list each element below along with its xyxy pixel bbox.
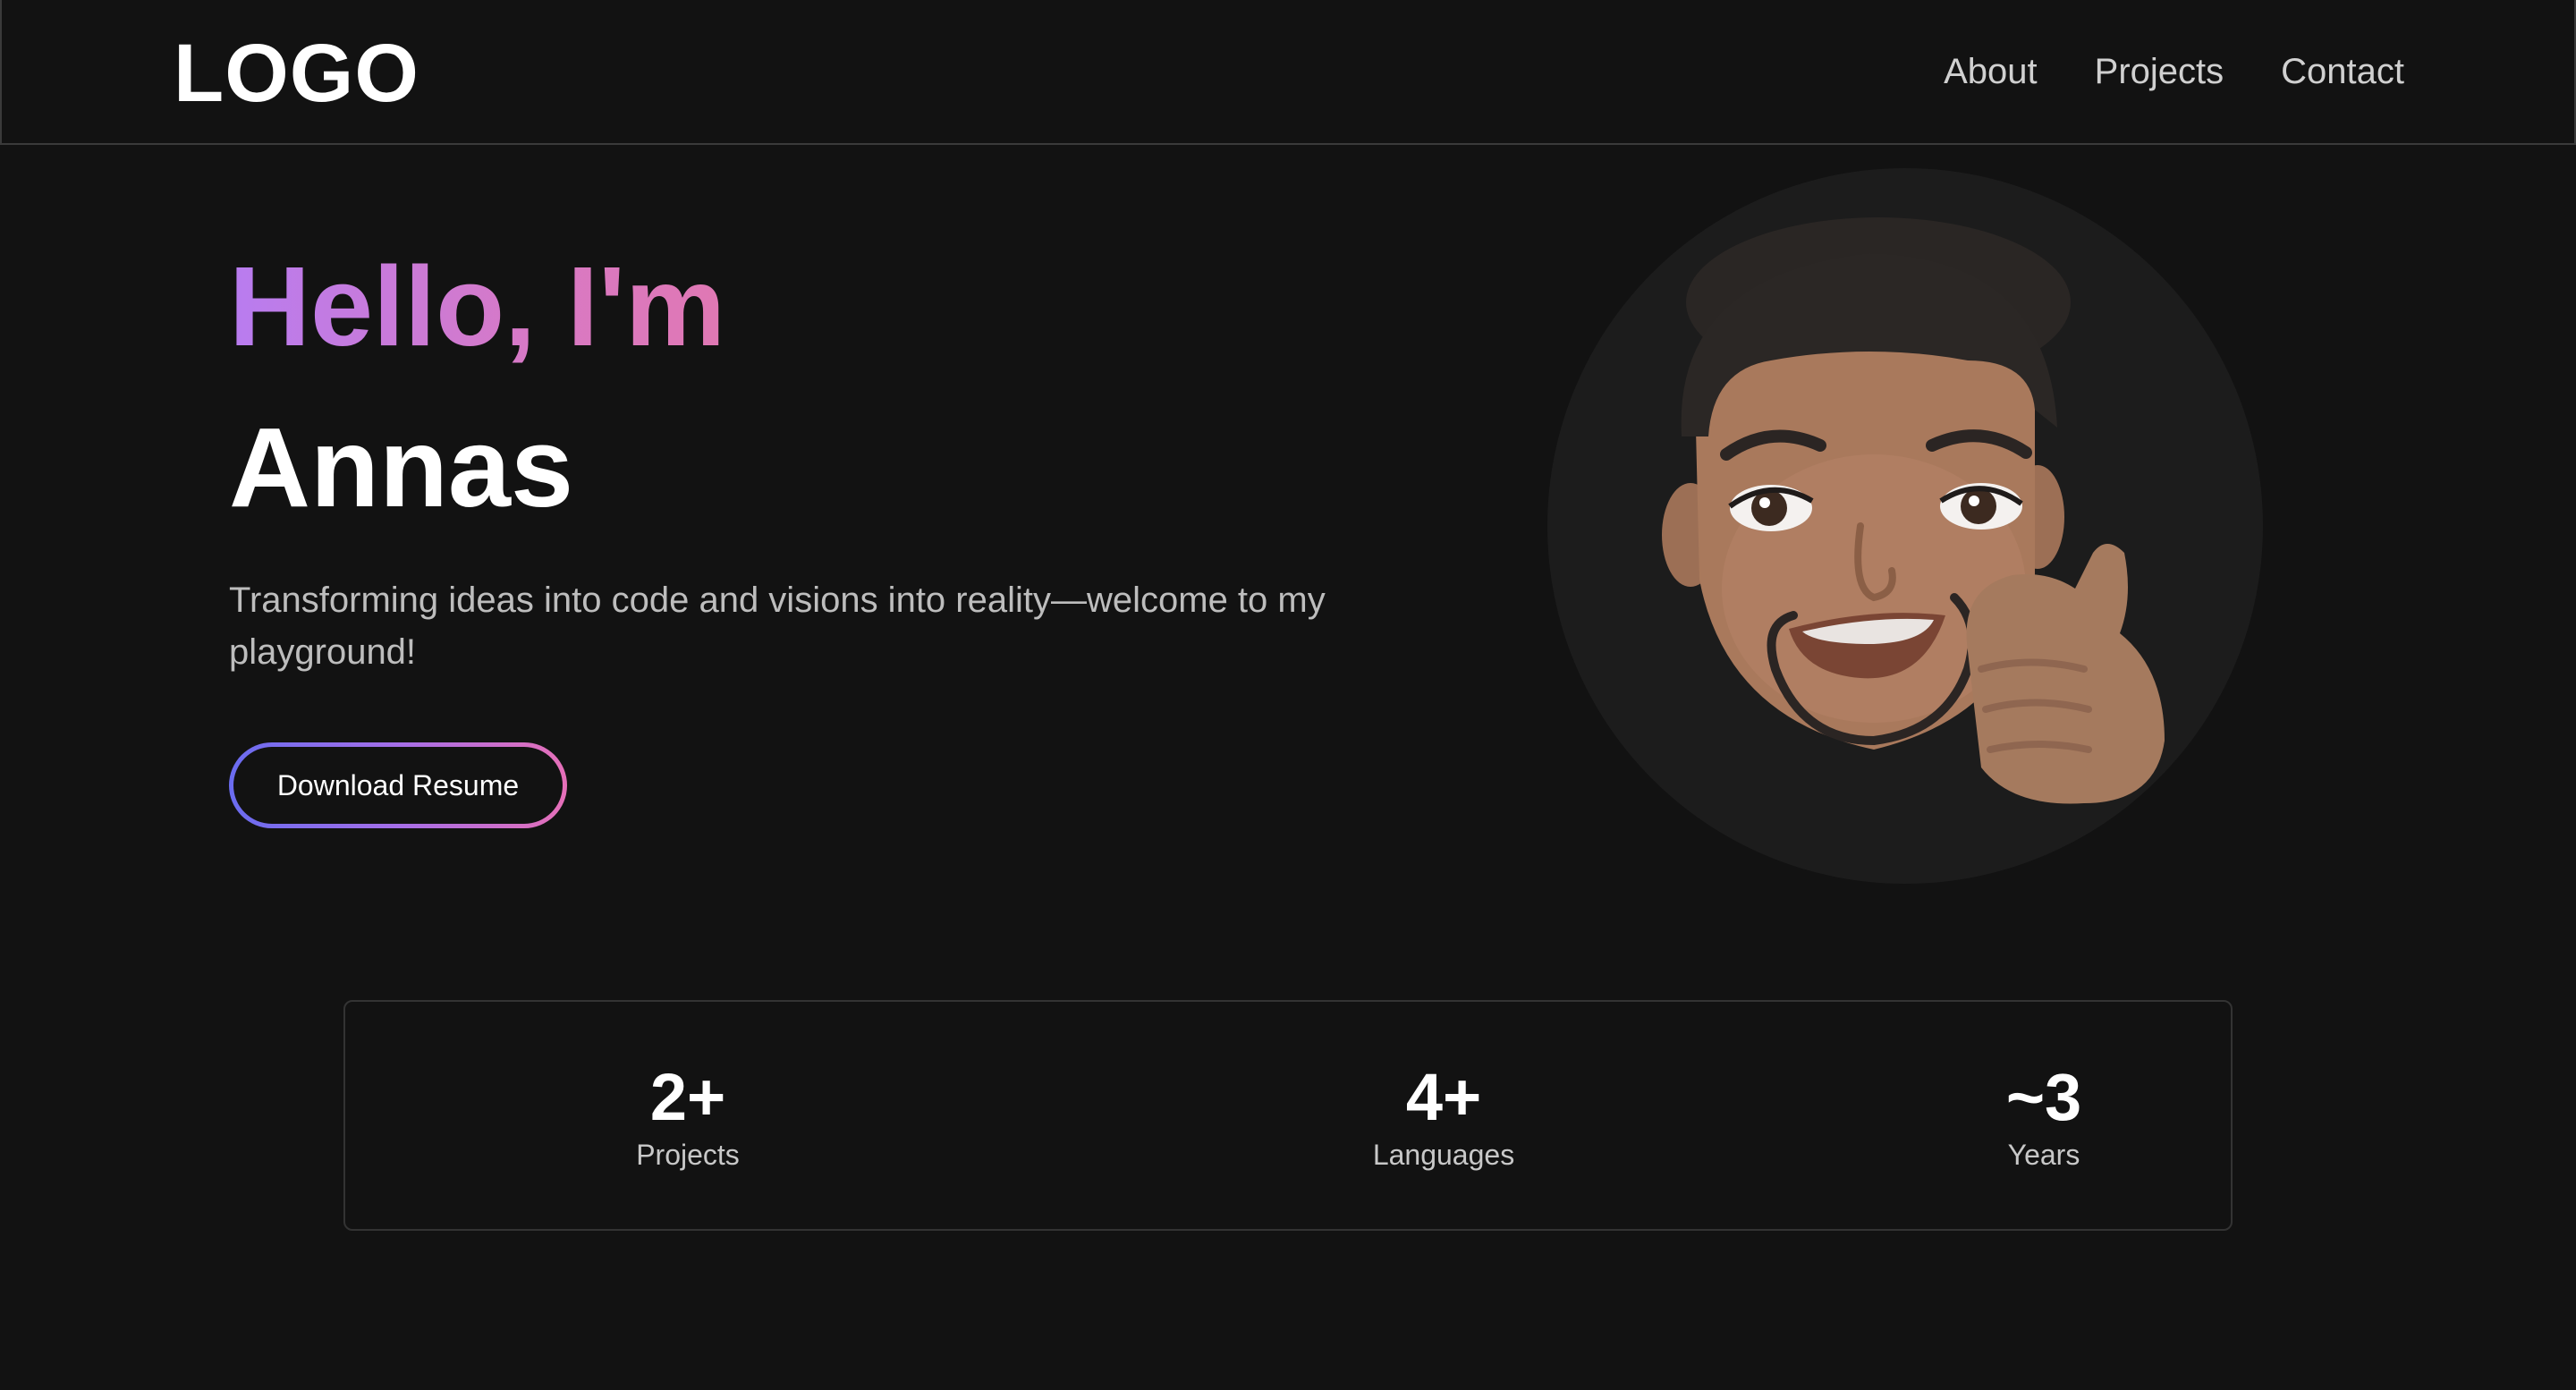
nav-link-about[interactable]: About <box>1944 45 2038 98</box>
main-nav: About Projects Contact <box>1944 45 2404 98</box>
stat-label: Projects <box>636 1139 740 1171</box>
memoji-thumbs-up-icon <box>1662 217 2165 804</box>
stat-projects: 2+ Projects <box>545 1059 831 1174</box>
site-header: LOGO About Projects Contact <box>0 0 2576 145</box>
stat-value: 4+ <box>1405 1060 1482 1134</box>
stats-panel: 2+ Projects 4+ Languages ~3 Years <box>343 1000 2233 1231</box>
stat-value: 2+ <box>649 1060 726 1134</box>
avatar <box>1547 168 2263 884</box>
stat-label: Languages <box>1372 1139 1515 1171</box>
hero-greeting: Hello, I'm <box>229 240 725 374</box>
nav-link-contact[interactable]: Contact <box>2281 45 2404 98</box>
logo[interactable]: LOGO <box>174 25 419 122</box>
download-resume-label: Download Resume <box>233 747 563 824</box>
download-resume-button[interactable]: Download Resume <box>229 742 567 828</box>
stat-label: Years <box>2007 1139 2080 1171</box>
stat-years: ~3 Years <box>1901 1059 2187 1174</box>
nav-link-projects[interactable]: Projects <box>2095 45 2224 98</box>
hero-tagline: Transforming ideas into code and visions… <box>229 581 1326 672</box>
stat-languages: 4+ Languages <box>1301 1059 1587 1174</box>
stat-value: ~3 <box>2005 1060 2082 1134</box>
hero-name: Annas <box>229 404 574 530</box>
